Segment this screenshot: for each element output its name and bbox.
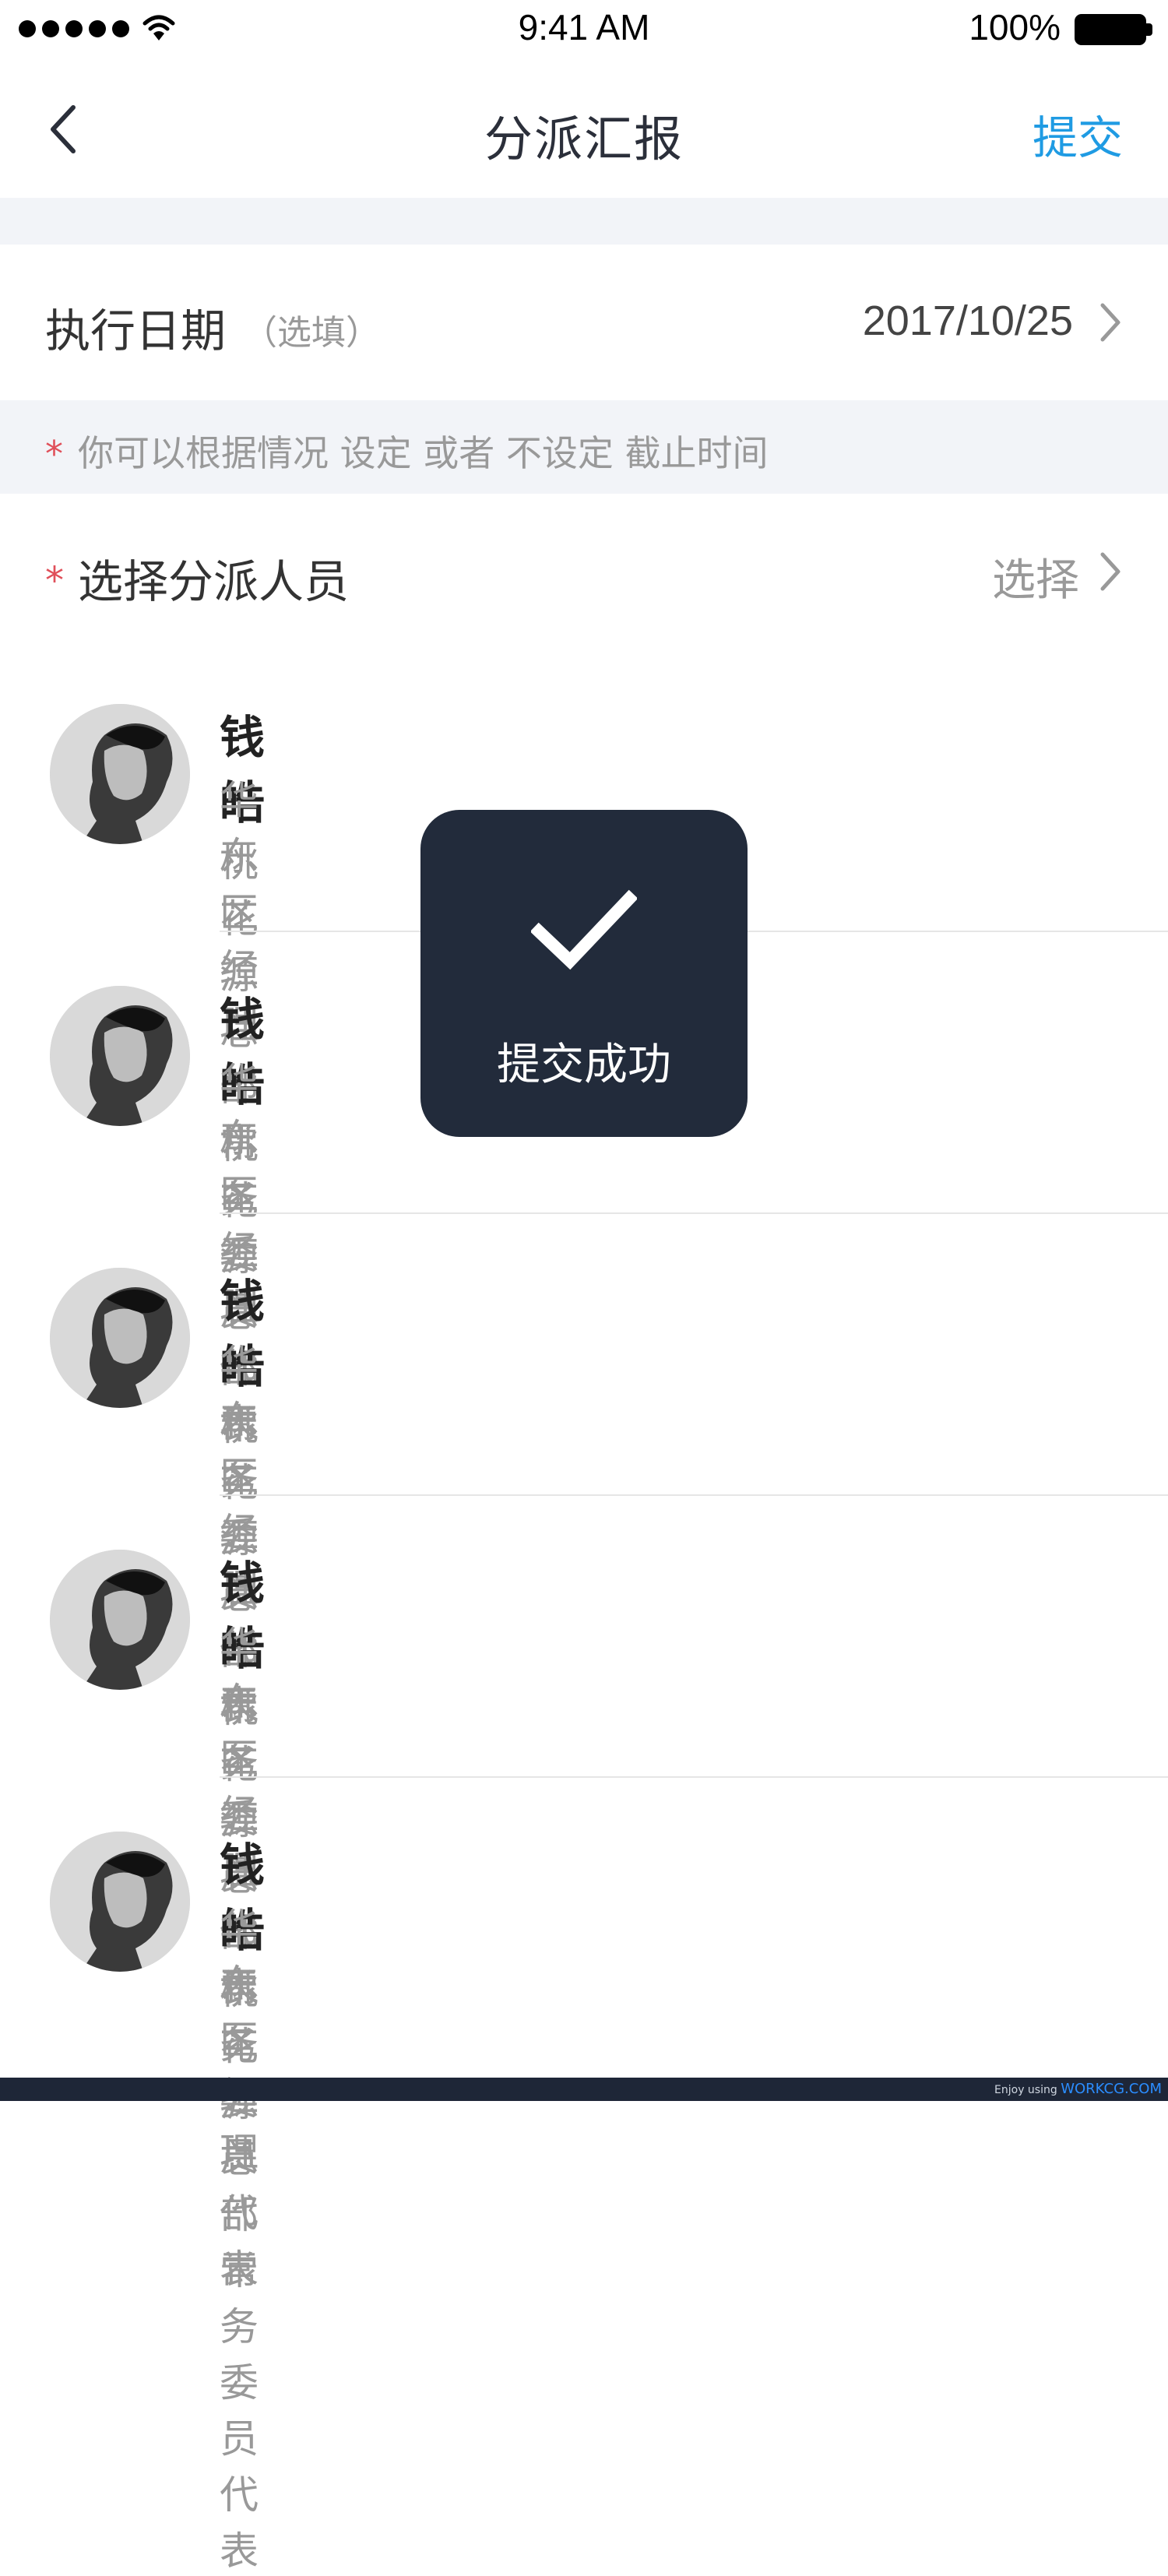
date-note-text: 你可以根据情况 设定 或者 不设定 截止时间 [78,432,769,474]
required-asterisk: * [45,433,63,475]
footer-credit: Enjoy using WORKCG.COM [994,2081,1162,2097]
execution-date-value[interactable]: 2017/10/25 [863,297,1073,345]
footer-prefix: Enjoy using [994,2084,1057,2096]
chevron-right-icon[interactable] [1098,301,1123,344]
page-title: 分派汇报 [484,111,684,167]
select-assignee-button[interactable]: 选择 [992,545,1079,608]
submit-button[interactable]: 提交 [1033,101,1123,167]
toast-message: 提交成功 [497,1040,671,1090]
required-asterisk: * [45,559,64,603]
optional-hint: （选填） [243,313,380,353]
list-divider [220,1212,1168,1214]
person-organization: 桃花源总部常务委员代表 [220,1968,259,2574]
avatar[interactable] [50,986,190,1126]
avatar[interactable] [50,1832,190,1972]
checkmark-icon [529,888,639,977]
avatar[interactable] [50,1268,190,1408]
battery-icon [1075,14,1146,45]
battery-tip [1146,23,1152,36]
list-divider [220,1776,1168,1778]
footer-link[interactable]: WORKCG.COM [1061,2081,1162,2097]
success-toast: 提交成功 [420,810,748,1137]
footer-bar [0,2078,1168,2101]
status-bar: 9:41 AM 100% [0,0,1168,62]
avatar[interactable] [50,704,190,844]
avatar[interactable] [50,1550,190,1690]
select-assignee-label: 选择分派人员 [78,555,350,608]
list-divider [220,1494,1168,1496]
execution-date-label: 执行日期 [45,304,227,357]
chevron-right-icon[interactable] [1098,550,1123,593]
battery-percentage: 100% [969,7,1061,48]
section-gap [0,198,1168,245]
